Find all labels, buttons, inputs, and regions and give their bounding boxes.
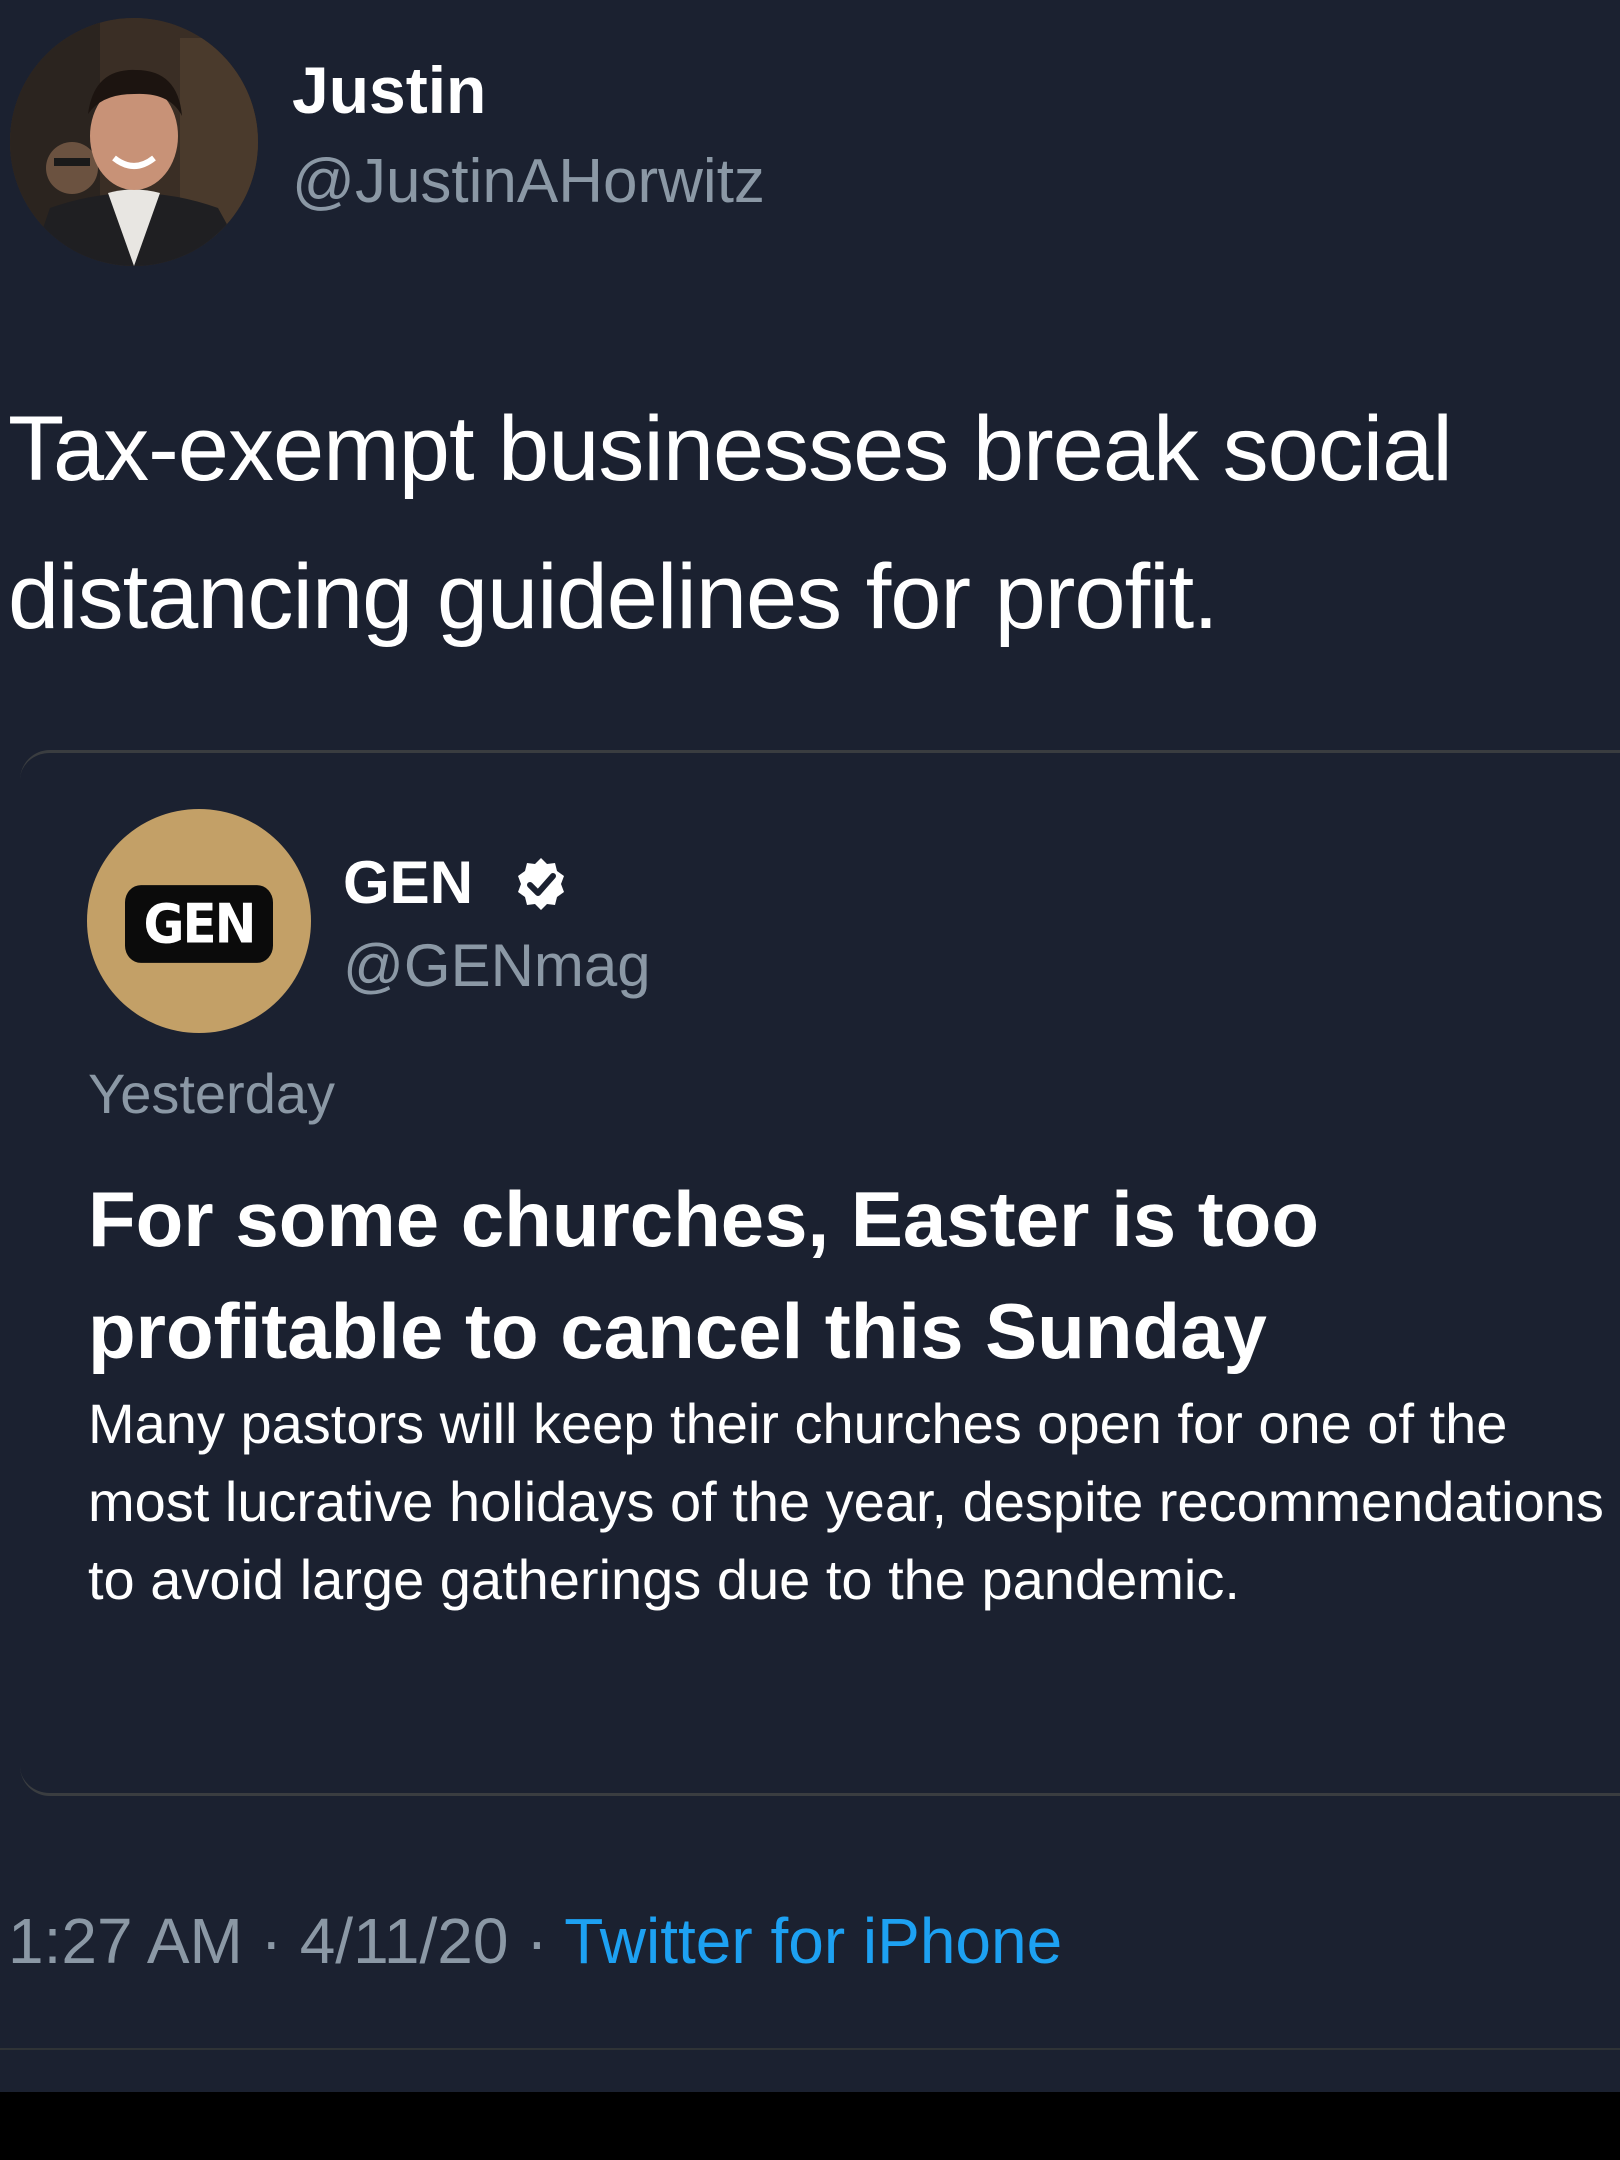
- author-avatar[interactable]: [10, 18, 258, 266]
- divider: [0, 2048, 1620, 2050]
- article-summary: Many pastors will keep their churches op…: [88, 1392, 1604, 1611]
- gen-avatar[interactable]: GEN: [87, 809, 311, 1033]
- quoted-tweet-card[interactable]: GEN GEN @GENmag Yesterday For some churc…: [20, 750, 1620, 1796]
- tweet: Justin @JustinAHorwitz Tax-exempt busine…: [0, 0, 1620, 2092]
- quoted-author-name[interactable]: GEN: [343, 848, 473, 917]
- tweet-time: 1:27 AM: [8, 1905, 243, 1977]
- gen-logo: GEN: [125, 885, 273, 963]
- verified-badge-icon: [518, 858, 564, 910]
- tweet-source-link[interactable]: Twitter for iPhone: [564, 1905, 1062, 1977]
- bottom-bar: [0, 2092, 1620, 2160]
- author-name[interactable]: Justin: [292, 52, 486, 128]
- article-headline[interactable]: For some churches, Easter is too profita…: [88, 1163, 1608, 1387]
- author-handle[interactable]: @JustinAHorwitz: [292, 146, 765, 217]
- author-avatar-photo: [10, 18, 258, 266]
- tweet-metadata: 1:27 AM · 4/11/20 · Twitter for iPhone: [8, 1904, 1062, 1978]
- tweet-text: Tax-exempt businesses break social dista…: [8, 398, 1453, 648]
- quoted-timestamp: Yesterday: [88, 1062, 335, 1125]
- quoted-author-handle[interactable]: @GENmag: [343, 931, 651, 1000]
- meta-separator: ·: [242, 1905, 300, 1977]
- tweet-date: 4/11/20: [299, 1905, 509, 1977]
- meta-separator: ·: [508, 1905, 565, 1977]
